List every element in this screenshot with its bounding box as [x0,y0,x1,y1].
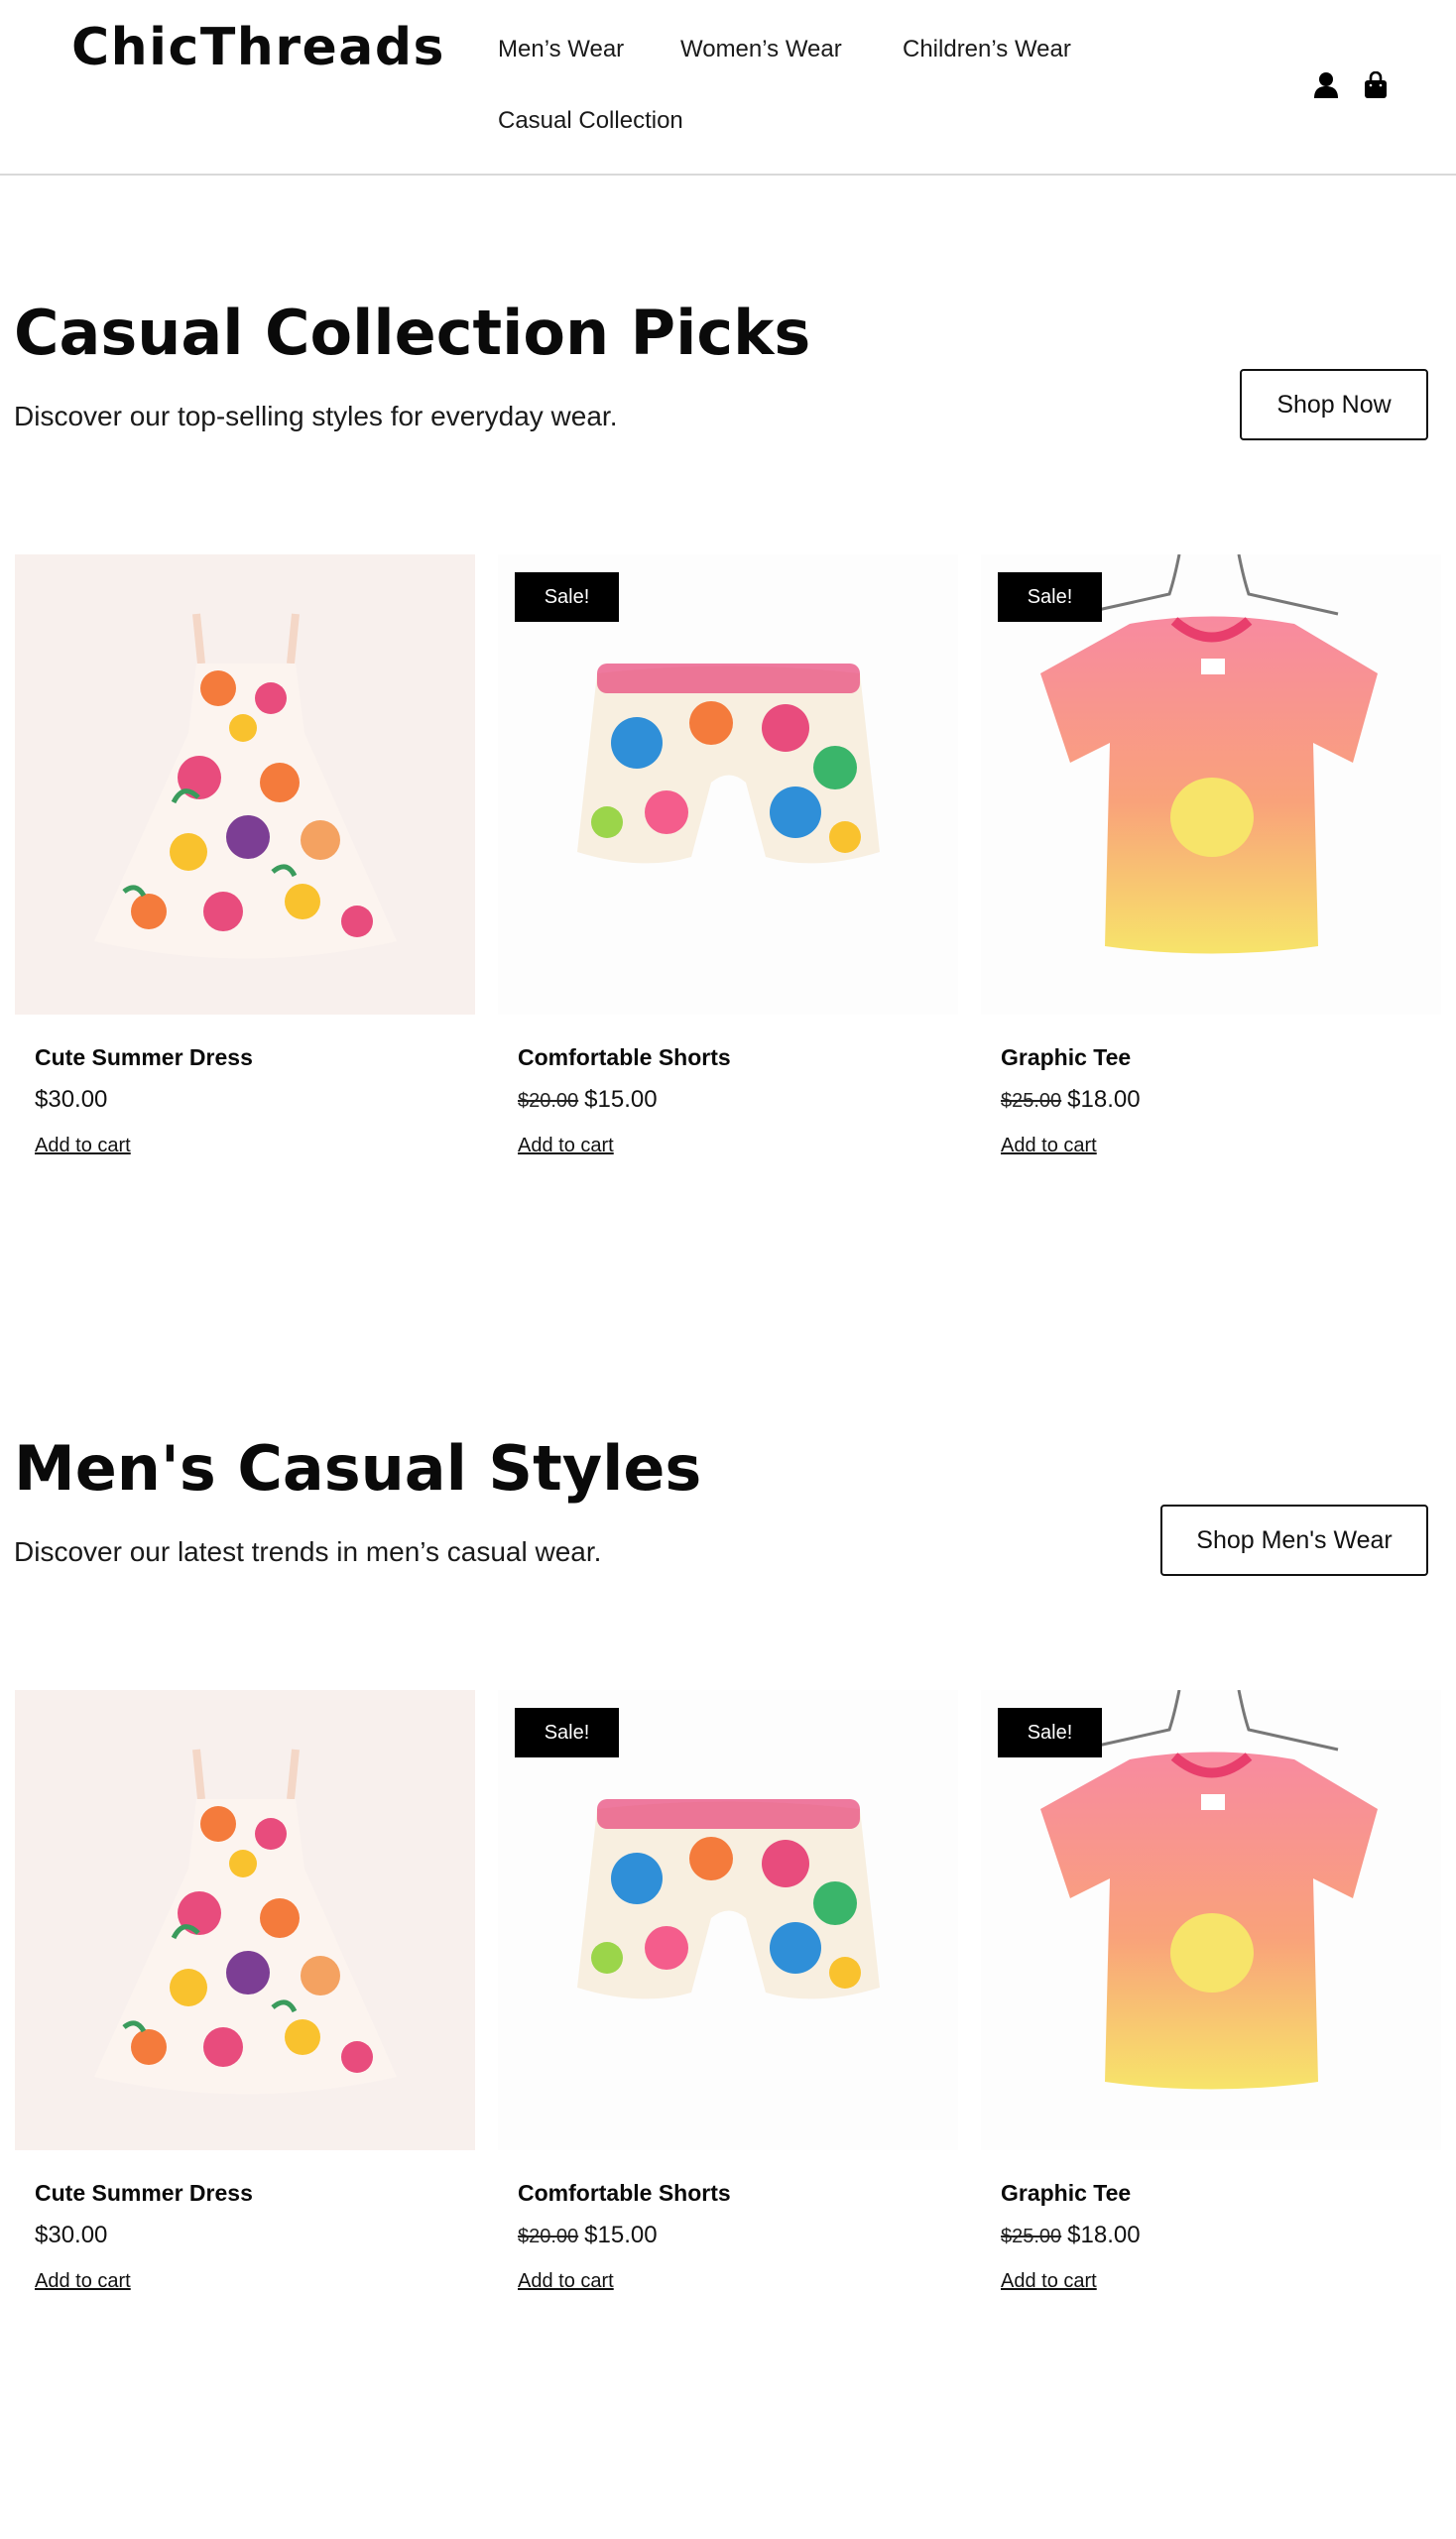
sale-badge: Sale! [998,1708,1102,1757]
nav-item-womens-wear[interactable]: Women’s Wear [680,36,842,63]
section-mens-casual: Men's Casual Styles Discover our latest … [0,1311,1456,2402]
nav-item-childrens-wear[interactable]: Children’s Wear [903,36,1071,63]
add-to-cart-link[interactable]: Add to cart [518,1135,614,1157]
shop-mens-wear-button[interactable]: Shop Men's Wear [1160,1505,1428,1576]
section-subtitle: Discover our latest trends in men’s casu… [14,1536,602,1567]
product-name[interactable]: Graphic Tee [1001,2180,1131,2207]
brand-logo[interactable]: ChicThreads [71,18,445,77]
product-card: Sale! Graphic Tee $25.00 $18.00 Add to ca… [981,554,1441,1156]
product-card: Cute Summer Dress $30.00 Add to cart [15,554,475,1156]
product-image-floral-dress[interactable] [15,1690,475,2150]
section-title: Casual Collection Picks [14,297,811,369]
nav-item-casual-collection[interactable]: Casual Collection [498,107,683,135]
product-image-gradient-tee[interactable]: Sale! [981,1690,1441,2150]
sale-badge: Sale! [515,1708,619,1757]
add-to-cart-link[interactable]: Add to cart [518,2270,614,2293]
old-price: $25.00 [1001,2226,1062,2247]
shop-now-button[interactable]: Shop Now [1240,369,1428,440]
add-to-cart-link[interactable]: Add to cart [35,1135,131,1157]
product-card: Sale! Comfortable Shorts $20.00 $15.00 Ad… [498,554,958,1156]
product-name[interactable]: Cute Summer Dress [35,1044,253,1071]
add-to-cart-link[interactable]: Add to cart [1001,2270,1097,2293]
product-image-floral-shorts[interactable]: Sale! [498,554,958,1015]
product-price: $20.00 $15.00 [518,2222,658,2249]
product-card: Cute Summer Dress $30.00 Add to cart [15,1690,475,2292]
product-card: Sale! Graphic Tee $25.00 $18.00 Add to ca… [981,1690,1441,2292]
product-price: $25.00 $18.00 [1001,2222,1141,2249]
product-image-floral-dress[interactable] [15,554,475,1015]
product-name[interactable]: Graphic Tee [1001,1044,1131,1071]
product-name[interactable]: Comfortable Shorts [518,1044,731,1071]
header-icons [1310,69,1392,101]
product-price: $20.00 $15.00 [518,1086,658,1114]
current-price: $30.00 [35,2222,108,2248]
old-price: $20.00 [518,2226,579,2247]
product-name[interactable]: Comfortable Shorts [518,2180,731,2207]
current-price: $18.00 [1067,2222,1141,2248]
old-price: $20.00 [518,1090,579,1112]
product-image-gradient-tee[interactable]: Sale! [981,554,1441,1015]
shopping-bag-icon[interactable] [1360,69,1392,101]
current-price: $15.00 [584,1086,658,1113]
add-to-cart-link[interactable]: Add to cart [35,2270,131,2293]
user-icon[interactable] [1310,69,1342,101]
site-header: ChicThreads Men’s Wear Women’s Wear Chil… [0,0,1456,176]
nav-item-mens-wear[interactable]: Men’s Wear [498,36,624,63]
section-subtitle: Discover our top-selling styles for ever… [14,401,618,431]
section-title: Men's Casual Styles [14,1432,702,1505]
current-price: $30.00 [35,1086,108,1113]
section-casual-collection: Casual Collection Picks Discover our top… [0,176,1456,1267]
add-to-cart-link[interactable]: Add to cart [1001,1135,1097,1157]
product-price: $30.00 [35,1086,107,1114]
product-image-floral-shorts[interactable]: Sale! [498,1690,958,2150]
product-name[interactable]: Cute Summer Dress [35,2180,253,2207]
current-price: $18.00 [1067,1086,1141,1113]
product-price: $25.00 $18.00 [1001,1086,1141,1114]
sale-badge: Sale! [515,572,619,622]
sale-badge: Sale! [998,572,1102,622]
current-price: $15.00 [584,2222,658,2248]
old-price: $25.00 [1001,1090,1062,1112]
product-price: $30.00 [35,2222,107,2249]
product-card: Sale! Comfortable Shorts $20.00 $15.00 Ad… [498,1690,958,2292]
